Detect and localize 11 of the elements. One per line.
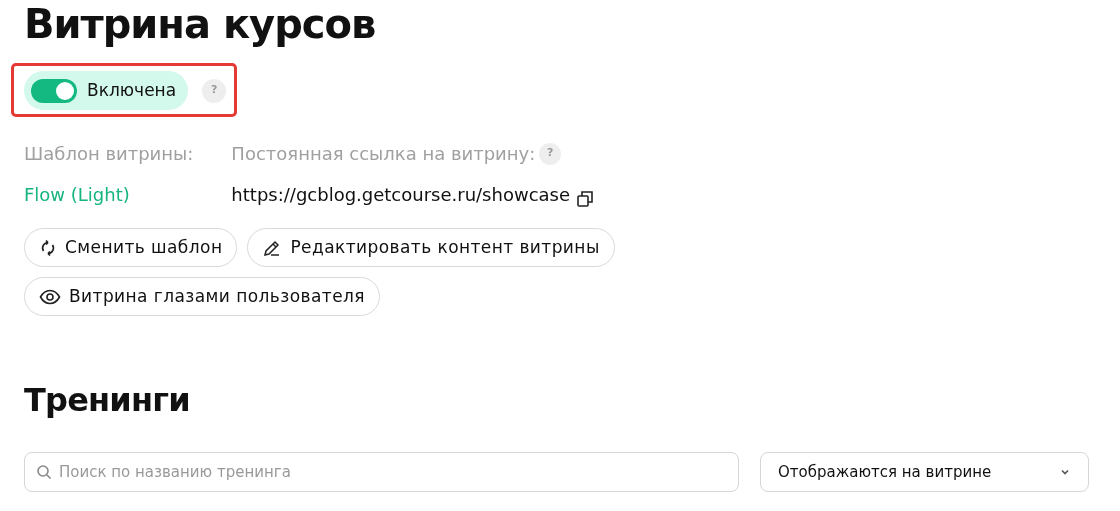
search-field[interactable]: Поиск по названию тренинга [24,452,739,492]
eye-icon [39,288,61,305]
link-label: Постоянная ссылка на витрину: [231,142,536,166]
template-label: Шаблон витрины: [24,142,194,166]
filter-dropdown[interactable]: Отображаются на витрине [760,452,1089,492]
refresh-icon [39,238,57,257]
copy-icon[interactable] [576,190,594,208]
toggle-switch[interactable]: Включена [24,71,189,110]
showcase-url: https://gcblog.getcourse.ru/showcase [231,183,570,207]
section-title: Тренинги [24,382,191,418]
search-icon [36,464,52,480]
